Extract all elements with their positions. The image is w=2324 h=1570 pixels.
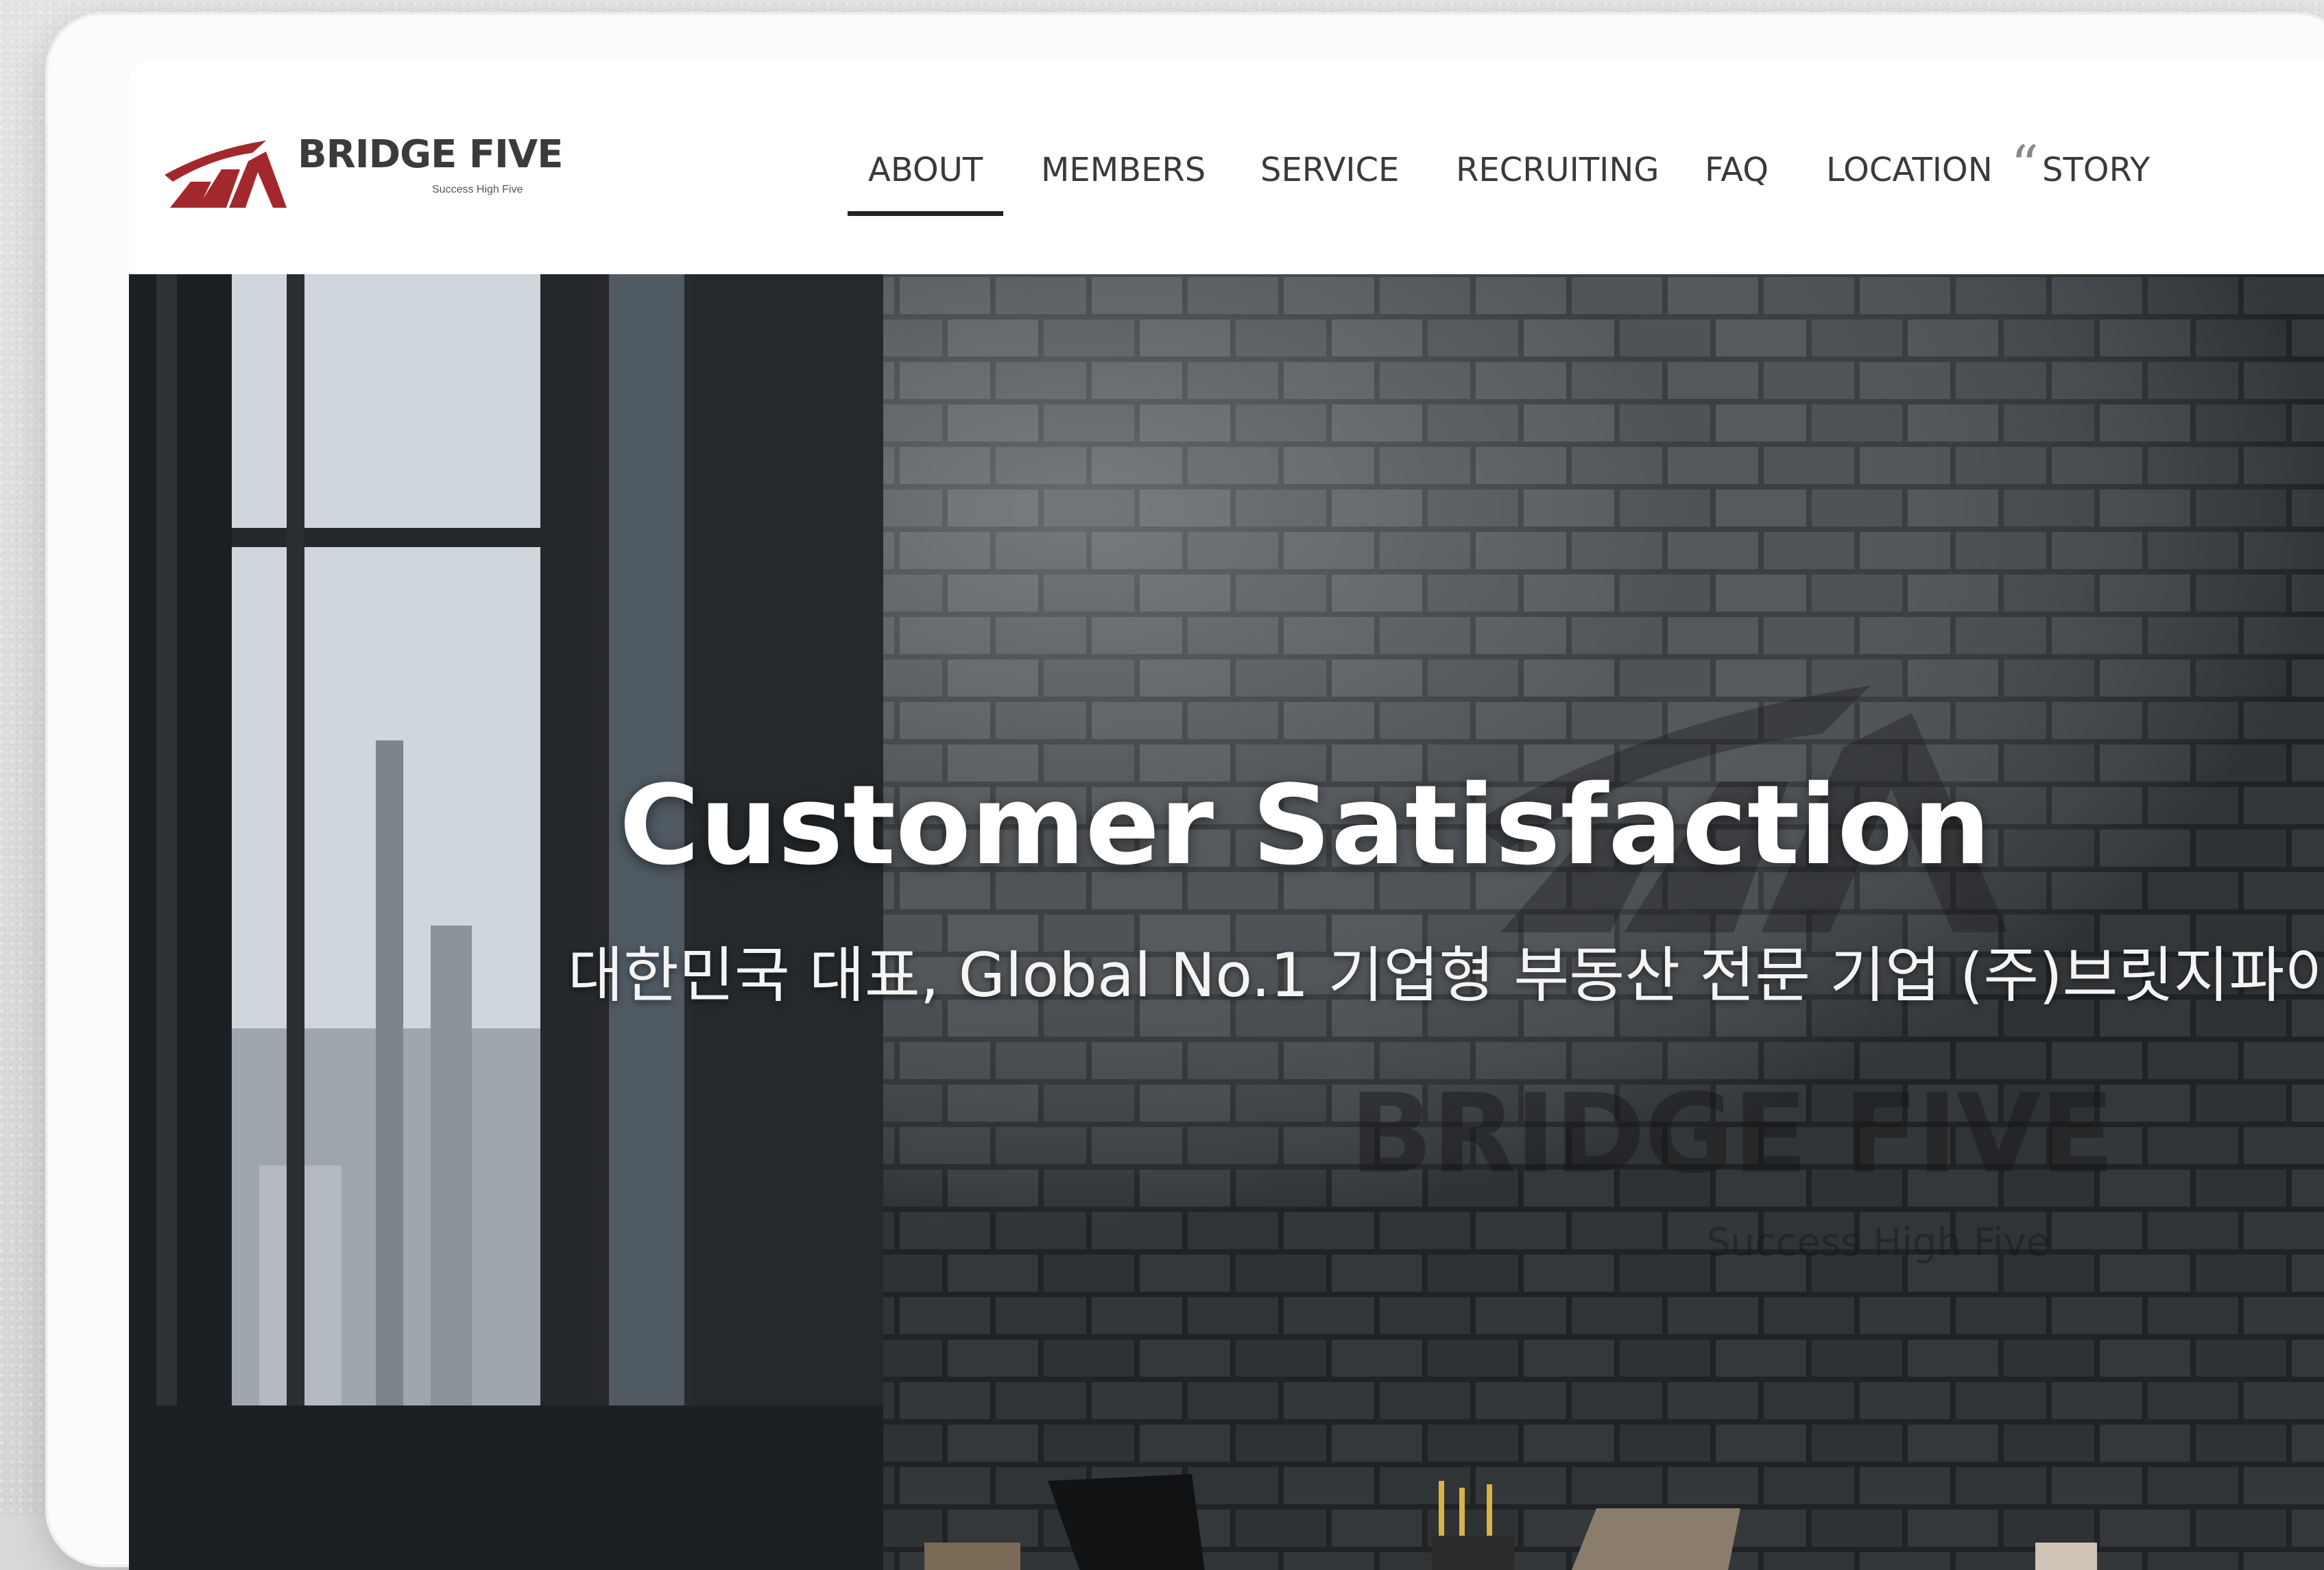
device-frame: BRIDGE FIVE Success High Five ABOUT MEMB…: [48, 15, 2324, 1570]
website-screen: BRIDGE FIVE Success High Five ABOUT MEMB…: [129, 62, 2324, 1570]
nav-story[interactable]: STORY: [2042, 151, 2150, 189]
nav-about[interactable]: ABOUT: [847, 151, 1004, 216]
window-view: [129, 274, 883, 1570]
nav-location[interactable]: LOCATION: [1826, 151, 1993, 189]
main-nav: ABOUT MEMBERS SERVICE RECRUITING FAQ LOC…: [129, 151, 2324, 216]
nav-members[interactable]: MEMBERS: [1041, 151, 1206, 189]
nav-service[interactable]: SERVICE: [1260, 151, 1399, 189]
hero-title: Customer Satisfaction: [619, 761, 1991, 889]
nav-recruiting[interactable]: RECRUITING: [1456, 151, 1659, 189]
hero-subtitle: 대한민국 대표, Global No.1 기업형 부동산 전문 기업 (주)브릿…: [568, 940, 2324, 1011]
hero-banner: Customer Satisfaction 대한민국 대표, Global No…: [129, 274, 2324, 1570]
site-header: BRIDGE FIVE Success High Five ABOUT MEMB…: [129, 62, 2324, 274]
watermark-tagline: Success High Five: [1706, 1220, 2050, 1265]
desk-scene: [924, 1474, 2097, 1570]
nav-faq[interactable]: FAQ: [1705, 151, 1769, 189]
quote-icon: “: [2011, 134, 2039, 197]
watermark-brand-name: BRIDGE FIVE: [1350, 1070, 2115, 1198]
window-frame-graphic: [129, 274, 883, 1570]
